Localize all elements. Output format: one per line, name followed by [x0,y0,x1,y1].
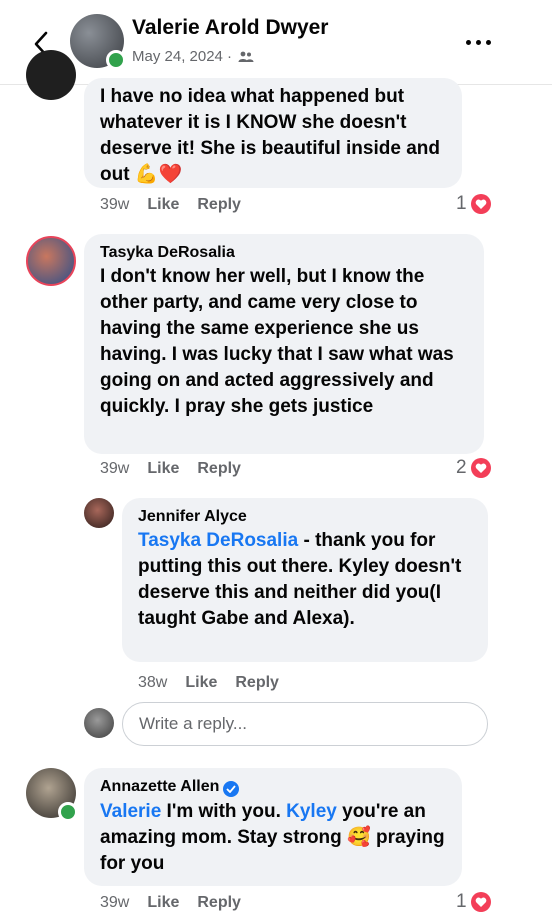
reaction-number: 1 [456,193,467,214]
comment-author[interactable]: Tasyka DeRosalia [100,244,470,262]
reaction-count[interactable]: 2 [456,457,491,479]
comment-time[interactable]: 38w [138,674,167,692]
comment-actions: 39w Like Reply [100,460,241,478]
more-horizontal-icon [465,39,471,45]
post-header: Valerie Arold Dwyer May 24, 2024 · [0,0,552,85]
comment-bubble: Tasyka DeRosalia I don't know her well, … [84,234,484,454]
reply-input[interactable]: Write a reply... [122,702,488,746]
comment-text: Tasyka DeRosalia - thank you for putting… [138,528,474,632]
comment-text: Valerie I'm with you. Kyley you're an am… [100,799,448,877]
reaction-count[interactable]: 1 [456,193,491,215]
comment-time[interactable]: 39w [100,894,129,912]
comment-author-row: Annazette Allen [100,778,448,797]
online-status-dot [58,802,78,822]
reaction-number: 2 [456,457,467,478]
like-button[interactable]: Like [147,460,179,478]
comment-actions: 38w Like Reply [138,674,279,692]
more-dot [485,39,491,45]
comment-actions: 39w Like Reply [100,894,241,912]
comment-time[interactable]: 39w [100,460,129,478]
mention-link[interactable]: Kyley [286,801,337,822]
commenter-avatar[interactable] [26,236,76,286]
mention-link[interactable]: Valerie [100,801,161,822]
comment-author[interactable]: Jennifer Alyce [138,508,474,526]
comment-bubble: I have no idea what happened but whateve… [84,78,462,188]
heart-icon [470,194,491,214]
heart-icon [470,892,491,912]
heart-icon [470,458,491,478]
commenter-avatar[interactable] [84,498,114,528]
like-button[interactable]: Like [185,674,217,692]
reply-button[interactable]: Reply [197,894,241,912]
current-user-avatar [84,708,114,738]
reply-bubble: Jennifer Alyce Tasyka DeRosalia - thank … [122,498,488,662]
post-author-name[interactable]: Valerie Arold Dwyer [132,16,328,40]
comment-text: I don't know her well, but I know the ot… [100,266,454,417]
comment-text-body: I'm with you. [161,801,287,822]
reply-button[interactable]: Reply [197,460,241,478]
post-date-text: May 24, 2024 · [132,48,233,65]
comment-bubble: Annazette Allen Valerie I'm with you. Ky… [84,768,462,886]
comment-author[interactable]: Annazette Allen [100,778,219,795]
commenter-avatar[interactable] [26,50,76,100]
online-status-dot [106,50,126,70]
mention-link[interactable]: Tasyka DeRosalia [138,530,298,551]
more-dot [475,39,481,45]
comment-actions: 39w Like Reply [100,196,241,214]
reply-button[interactable]: Reply [235,674,279,692]
like-button[interactable]: Like [147,894,179,912]
reply-placeholder: Write a reply... [139,714,248,733]
verified-badge-icon [223,781,240,797]
post-date: May 24, 2024 · [132,48,254,65]
comment-text: I have no idea what happened but whateve… [100,86,440,185]
comment-time[interactable]: 39w [100,196,129,214]
more-options-button[interactable] [458,28,498,56]
friends-icon [238,51,254,62]
reply-button[interactable]: Reply [197,196,241,214]
like-button[interactable]: Like [147,196,179,214]
